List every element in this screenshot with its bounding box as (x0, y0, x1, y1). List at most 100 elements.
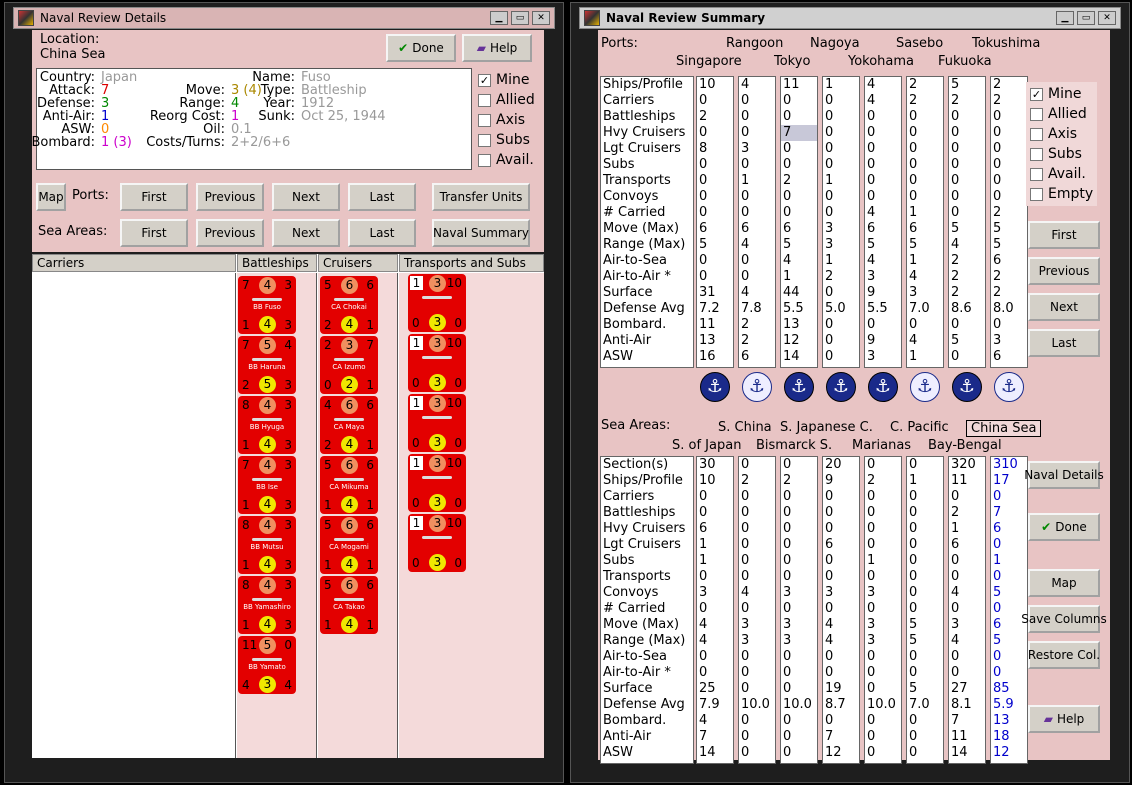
port-name[interactable]: Yokohama (848, 54, 914, 69)
ship-counter[interactable]: 5 6 6 CA Mogami 1 4 1 (320, 516, 378, 574)
ship-counter[interactable]: 7 5 4 BB Haruna 2 5 3 (238, 336, 296, 394)
sea-name[interactable]: Marianas (852, 438, 911, 453)
allied-checkbox[interactable]: Allied (478, 90, 535, 110)
naval-summary-button[interactable]: Naval Summary (432, 219, 530, 247)
next-button[interactable]: Next (1028, 293, 1100, 321)
minimize-icon[interactable]: ▁ (490, 11, 508, 25)
done-button[interactable]: ✔ Done (1028, 513, 1100, 541)
save-columns-button[interactable]: Save Columns (1021, 605, 1107, 633)
axis-checkbox[interactable]: Axis (1030, 124, 1093, 144)
port-name[interactable]: Sasebo (896, 36, 943, 51)
transport-counter[interactable]: 1 3 10 0 3 0 (408, 394, 466, 452)
transport-counter[interactable]: 1 3 10 0 3 0 (408, 274, 466, 332)
restore-icon[interactable]: ▭ (1077, 11, 1095, 25)
port-column[interactable]: 4 0 0 0 3 0 1 0 0 6 4 0 0 4 7.8 2 2 6 (738, 76, 776, 368)
port-column[interactable]: 4 4 0 0 0 0 0 0 4 6 5 4 3 9 5.5 0 9 3 (864, 76, 902, 368)
subs-checkbox[interactable]: Subs (478, 130, 535, 150)
allied-checkbox[interactable]: Allied (1030, 104, 1093, 124)
first-button[interactable]: First (1028, 221, 1100, 249)
avail-checkbox[interactable]: Avail. (1030, 164, 1093, 184)
sea-column[interactable]: 310 17 0 7 6 0 1 0 5 0 6 5 0 0 85 5.9 13 18 12 (990, 456, 1028, 764)
col-header-battleships[interactable]: Battleships (237, 254, 317, 272)
close-icon[interactable]: ✕ (1098, 11, 1116, 25)
seas-first-button[interactable]: First (120, 219, 188, 247)
restore-columns-button[interactable]: Restore Col. (1028, 641, 1100, 669)
ports-last-button[interactable]: Last (348, 183, 416, 211)
ports-previous-button[interactable]: Previous (196, 183, 264, 211)
anchor-icon[interactable]: ⚓ (910, 372, 940, 402)
sea-column[interactable]: 0 2 0 0 0 0 0 0 3 0 3 3 0 0 0 10.0 0 0 0 (780, 456, 818, 764)
previous-button[interactable]: Previous (1028, 257, 1100, 285)
ship-counter[interactable]: 11 5 0 BB Yamato 4 3 4 (238, 636, 296, 694)
sea-name[interactable]: S. of Japan (672, 438, 741, 453)
seas-previous-button[interactable]: Previous (196, 219, 264, 247)
ports-first-button[interactable]: First (120, 183, 188, 211)
mine-checkbox[interactable]: ✓ Mine (1030, 84, 1093, 104)
col-header-carriers[interactable]: Carriers (32, 254, 236, 272)
port-column[interactable]: 2 2 0 0 0 0 0 0 2 5 5 6 2 2 8.0 0 3 6 (990, 76, 1028, 368)
sea-name[interactable]: S. Japanese C. (780, 420, 873, 435)
ship-counter[interactable]: 8 4 3 BB Mutsu 1 4 3 (238, 516, 296, 574)
sea-column[interactable]: 0 1 0 0 0 0 0 0 0 0 5 5 0 0 5 7.0 0 0 0 (906, 456, 944, 764)
ship-counter[interactable]: 2 3 7 CA Izumo 0 2 1 (320, 336, 378, 394)
ship-counter[interactable]: 8 4 3 BB Hyuga 1 4 3 (238, 396, 296, 454)
port-column[interactable]: 11 0 0 7 0 0 2 0 0 6 5 4 1 44 5.5 13 12 14 (780, 76, 818, 368)
ship-counter[interactable]: 7 4 3 BB Ise 1 4 3 (238, 456, 296, 514)
ship-counter[interactable]: 5 6 6 CA Chokai 2 4 1 (320, 276, 378, 334)
sea-name[interactable]: C. Pacific (890, 420, 949, 435)
avail-checkbox[interactable]: Avail. (478, 150, 535, 170)
last-button[interactable]: Last (1028, 329, 1100, 357)
anchor-icon[interactable]: ⚓ (742, 372, 772, 402)
mine-checkbox[interactable]: ✓ Mine (478, 70, 535, 90)
sea-name[interactable]: China Sea (966, 420, 1042, 437)
anchor-icon[interactable]: ⚓ (994, 372, 1024, 402)
port-name[interactable]: Tokushima (972, 36, 1040, 51)
ports-next-button[interactable]: Next (272, 183, 340, 211)
port-column[interactable]: 10 0 2 0 8 0 0 0 0 6 5 0 0 31 7.2 11 13 16 (696, 76, 734, 368)
sea-name[interactable]: S. China (718, 420, 772, 435)
ship-counter[interactable]: 7 4 3 BB Fuso 1 4 3 (238, 276, 296, 334)
map-button[interactable]: Map (1028, 569, 1100, 597)
map-button[interactable]: Map (36, 183, 66, 211)
transport-counter[interactable]: 1 3 10 0 3 0 (408, 454, 466, 512)
sea-column[interactable]: 320 11 0 2 1 6 0 0 4 0 3 4 0 0 27 8.1 7 11 14 (948, 456, 986, 764)
seas-last-button[interactable]: Last (348, 219, 416, 247)
restore-icon[interactable]: ▭ (511, 11, 529, 25)
anchor-icon[interactable]: ⚓ (784, 372, 814, 402)
sea-column[interactable]: 0 2 0 0 0 0 1 0 3 0 3 3 0 0 0 10.0 0 0 0 (864, 456, 902, 764)
ship-counter[interactable]: 8 4 3 BB Yamashiro 1 4 3 (238, 576, 296, 634)
help-button[interactable]: ▰ Help (462, 34, 532, 62)
sea-name[interactable]: Bay-Bengal (928, 438, 1002, 453)
subs-checkbox[interactable]: Subs (1030, 144, 1093, 164)
port-name[interactable]: Nagoya (810, 36, 860, 51)
axis-checkbox[interactable]: Axis (478, 110, 535, 130)
sea-column[interactable]: 0 2 0 0 0 0 0 0 4 0 3 3 0 0 0 10.0 0 0 0 (738, 456, 776, 764)
ship-counter[interactable]: 4 6 6 CA Maya 2 4 1 (320, 396, 378, 454)
col-header-cruisers[interactable]: Cruisers (318, 254, 398, 272)
naval-details-button[interactable]: Naval Details (1024, 461, 1104, 489)
port-column[interactable]: 5 2 0 0 0 0 0 0 0 5 4 2 2 2 8.6 0 5 0 (948, 76, 986, 368)
close-icon[interactable]: ✕ (532, 11, 550, 25)
details-titlebar[interactable]: Naval Review Details ▁ ▭ ✕ (13, 7, 555, 29)
sea-column[interactable]: 30 10 0 0 6 1 1 0 3 0 4 4 0 0 25 7.9 4 7 14 (696, 456, 734, 764)
anchor-icon[interactable]: ⚓ (700, 372, 730, 402)
port-name[interactable]: Singapore (676, 54, 742, 69)
anchor-icon[interactable]: ⚓ (952, 372, 982, 402)
anchor-icon[interactable]: ⚓ (868, 372, 898, 402)
port-column[interactable]: 1 0 0 0 0 0 1 0 0 3 3 1 2 0 5.0 0 0 0 (822, 76, 860, 368)
empty-checkbox[interactable]: Empty (1030, 184, 1093, 204)
port-name[interactable]: Tokyo (774, 54, 810, 69)
sea-column[interactable]: 20 9 0 0 0 6 0 0 3 0 4 4 0 0 19 8.7 0 7 12 (822, 456, 860, 764)
minimize-icon[interactable]: ▁ (1056, 11, 1074, 25)
col-header-transports-subs[interactable]: Transports and Subs (399, 254, 544, 272)
summary-titlebar[interactable]: Naval Review Summary ▁ ▭ ✕ (579, 7, 1121, 29)
sea-name[interactable]: Bismarck S. (756, 438, 832, 453)
done-button[interactable]: ✔ Done (386, 34, 456, 62)
port-column[interactable]: 2 2 0 0 0 0 0 0 1 6 5 1 4 3 7.0 0 4 1 (906, 76, 944, 368)
anchor-icon[interactable]: ⚓ (826, 372, 856, 402)
transport-counter[interactable]: 1 3 10 0 3 0 (408, 334, 466, 392)
transfer-units-button[interactable]: Transfer Units (432, 183, 530, 211)
help-button[interactable]: ▰ Help (1028, 705, 1100, 733)
seas-next-button[interactable]: Next (272, 219, 340, 247)
ship-counter[interactable]: 5 6 6 CA Takao 1 4 1 (320, 576, 378, 634)
